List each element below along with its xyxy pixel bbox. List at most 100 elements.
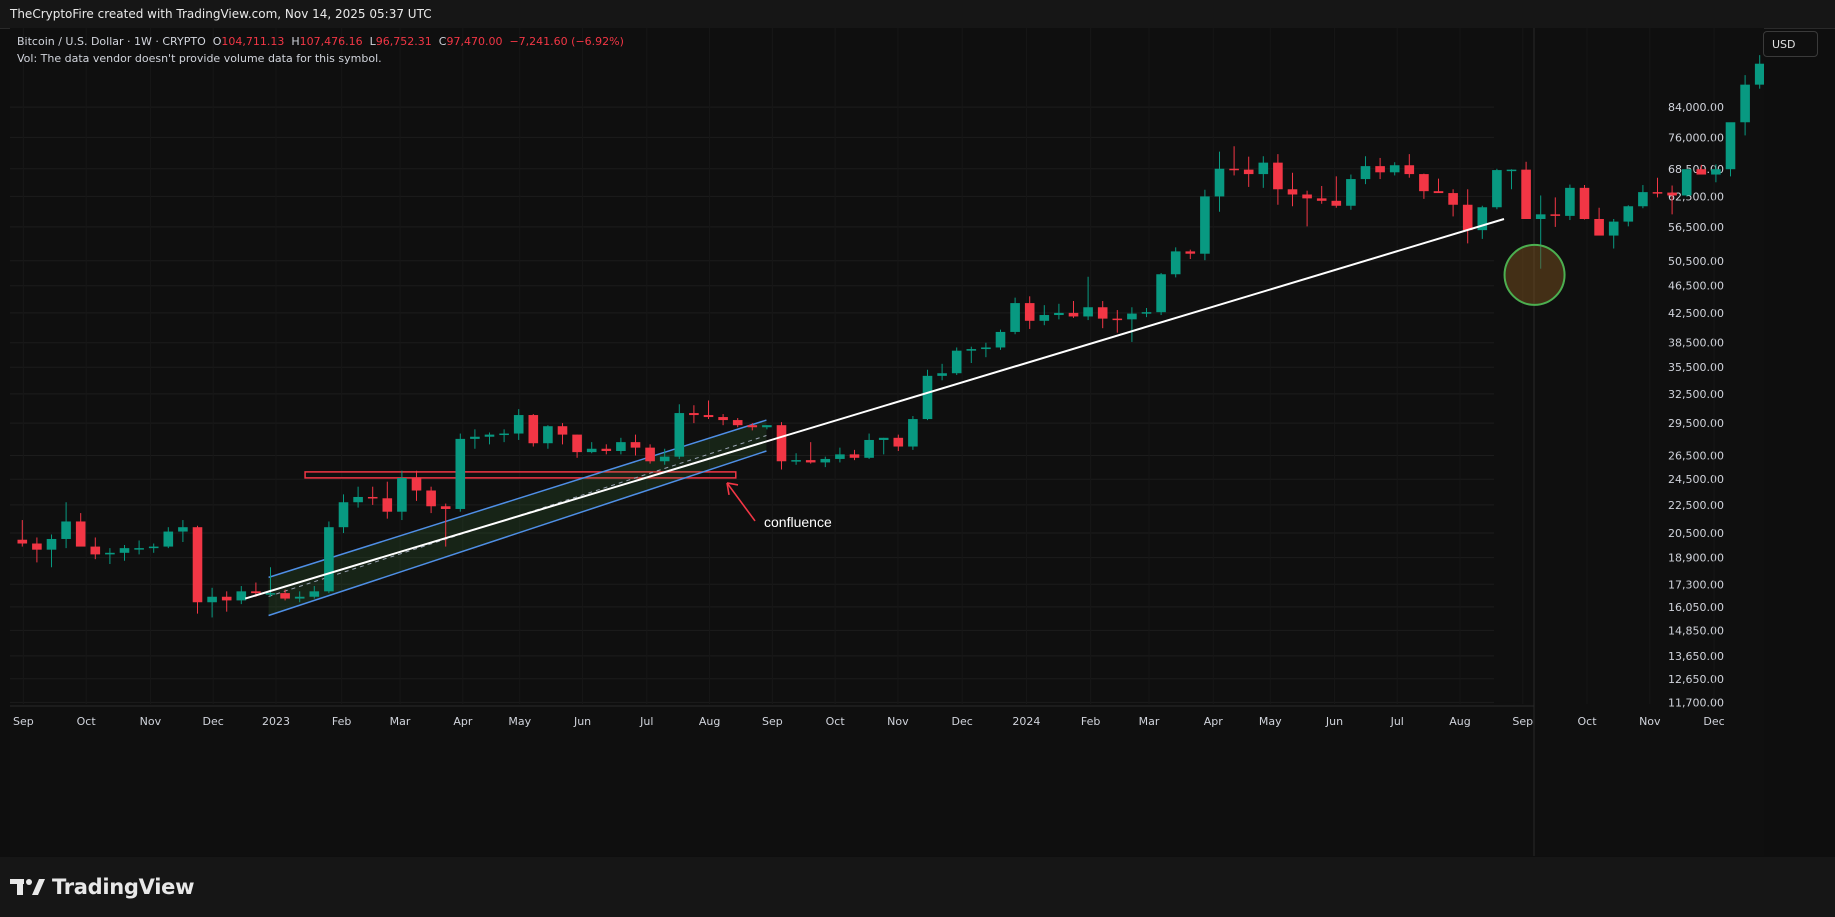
candle-body bbox=[1462, 204, 1473, 231]
candle-body bbox=[1097, 307, 1108, 319]
trendline bbox=[244, 218, 1505, 600]
candle-body bbox=[645, 447, 655, 462]
price-axis-label: 56,500.00 bbox=[1668, 221, 1724, 234]
candle-body bbox=[178, 527, 188, 532]
price-axis-label: 20,500.00 bbox=[1668, 527, 1724, 540]
candle-body bbox=[46, 538, 57, 550]
change-value: −7,241.60 (−6.92%) bbox=[509, 35, 624, 48]
symbol-legend: Bitcoin / U.S. Dollar · 1W · CRYPTO O104… bbox=[17, 35, 624, 48]
candle-body bbox=[572, 434, 582, 453]
candle-body bbox=[718, 417, 728, 421]
chart-area[interactable]: 84,000.00 76,000.00 68,500.00 62,500.00 56,5… bbox=[10, 28, 1764, 856]
candle-body bbox=[411, 477, 422, 491]
candle-body bbox=[338, 502, 349, 528]
price-axis-label: 76,000.00 bbox=[1668, 131, 1724, 144]
time-axis-label: Nov bbox=[140, 715, 162, 728]
time-axis-label: May bbox=[1259, 715, 1282, 728]
time-axis-label: Jul bbox=[639, 715, 653, 728]
candle-body bbox=[1258, 162, 1269, 175]
time-axis-label: 2024 bbox=[1012, 715, 1040, 728]
price-axis-label: 32,500.00 bbox=[1668, 388, 1724, 401]
volume-note: Vol: The data vendor doesn't provide vol… bbox=[17, 52, 382, 65]
candle-body bbox=[805, 460, 816, 463]
candle-body bbox=[353, 496, 363, 503]
price-chart[interactable]: 84,000.0076,000.0068,500.0062,500.0056,5… bbox=[10, 28, 1764, 856]
footer bbox=[0, 857, 1835, 917]
tradingview-brand[interactable]: TradingView bbox=[10, 875, 194, 899]
candle-body bbox=[543, 426, 553, 444]
currency-button[interactable]: USD bbox=[1763, 31, 1818, 57]
time-axis-label: Oct bbox=[1578, 715, 1598, 728]
candle-body bbox=[484, 434, 495, 437]
time-axis-label: Sep bbox=[13, 715, 34, 728]
time-axis-label: Apr bbox=[453, 715, 473, 728]
candle-body bbox=[1302, 194, 1312, 199]
price-axis-label: 29,500.00 bbox=[1668, 417, 1724, 430]
candle-body bbox=[630, 442, 641, 448]
time-axis-label: Mar bbox=[1139, 715, 1160, 728]
candle-body bbox=[1389, 165, 1400, 173]
candle-body bbox=[820, 458, 831, 463]
tradingview-logo-icon bbox=[10, 879, 45, 895]
candle-body bbox=[1492, 170, 1502, 208]
candle-body bbox=[1535, 214, 1546, 219]
candle-body bbox=[1740, 84, 1750, 123]
candle-body bbox=[32, 543, 42, 550]
attribution-text: TheCryptoFire created with TradingView.c… bbox=[10, 7, 432, 21]
price-axis-label: 46,500.00 bbox=[1668, 280, 1724, 293]
price-axis-label: 38,500.00 bbox=[1668, 337, 1724, 350]
candle-body bbox=[703, 415, 714, 418]
candle-body bbox=[367, 496, 378, 499]
candle-body bbox=[90, 546, 101, 555]
candle-body bbox=[1200, 196, 1210, 254]
candle-body bbox=[1638, 192, 1648, 207]
high-value: 107,476.16 bbox=[299, 35, 363, 48]
candle-body bbox=[440, 506, 451, 509]
candle-body bbox=[513, 415, 524, 434]
candle-body bbox=[1565, 187, 1575, 216]
price-axis-label: 22,500.00 bbox=[1668, 499, 1724, 512]
candle-body bbox=[1725, 122, 1736, 170]
price-axis-label: 50,500.00 bbox=[1668, 255, 1724, 268]
time-axis-label: Sep bbox=[762, 715, 783, 728]
candle-body bbox=[659, 456, 670, 462]
confluence-arrow bbox=[726, 482, 756, 522]
price-axis-label: 13,650.00 bbox=[1668, 650, 1724, 663]
candle-body bbox=[251, 591, 261, 594]
candle-body bbox=[776, 425, 787, 462]
time-axis-label: Aug bbox=[699, 715, 720, 728]
price-axis-label: 18,900.00 bbox=[1668, 552, 1724, 565]
candle-body bbox=[1331, 200, 1342, 206]
candle-body bbox=[966, 349, 977, 351]
candle-body bbox=[1346, 179, 1356, 206]
price-axis-label: 26,500.00 bbox=[1668, 450, 1724, 463]
confluence-label: confluence bbox=[764, 514, 832, 530]
price-axis-label: 12,650.00 bbox=[1668, 673, 1724, 686]
candle-body bbox=[864, 439, 874, 458]
candle-body bbox=[105, 552, 115, 555]
candle-body bbox=[762, 425, 772, 428]
time-axis-label: Feb bbox=[1081, 715, 1100, 728]
candle-body bbox=[849, 454, 860, 458]
candle-body bbox=[470, 436, 480, 439]
candle-body bbox=[791, 460, 801, 462]
candle-body bbox=[586, 448, 597, 453]
candle-body bbox=[1068, 312, 1079, 317]
low-value: 96,752.31 bbox=[375, 35, 432, 48]
price-axis-label: 42,500.00 bbox=[1668, 307, 1724, 320]
candle-body bbox=[1024, 303, 1035, 321]
candle-body bbox=[221, 596, 232, 601]
candle-body bbox=[601, 448, 612, 451]
time-axis-label: Nov bbox=[887, 715, 909, 728]
candle-body bbox=[908, 419, 918, 447]
candle-body bbox=[1316, 198, 1327, 201]
time-axis-label: May bbox=[508, 715, 531, 728]
candle-body bbox=[1287, 189, 1298, 195]
candle-body bbox=[1506, 169, 1517, 172]
price-axis-label: 24,500.00 bbox=[1668, 473, 1724, 486]
candle-body bbox=[1214, 168, 1225, 197]
brand-name: TradingView bbox=[52, 875, 195, 899]
candle-body bbox=[1652, 192, 1663, 194]
candle-body bbox=[1054, 312, 1064, 316]
time-axis-label: Dec bbox=[1703, 715, 1724, 728]
